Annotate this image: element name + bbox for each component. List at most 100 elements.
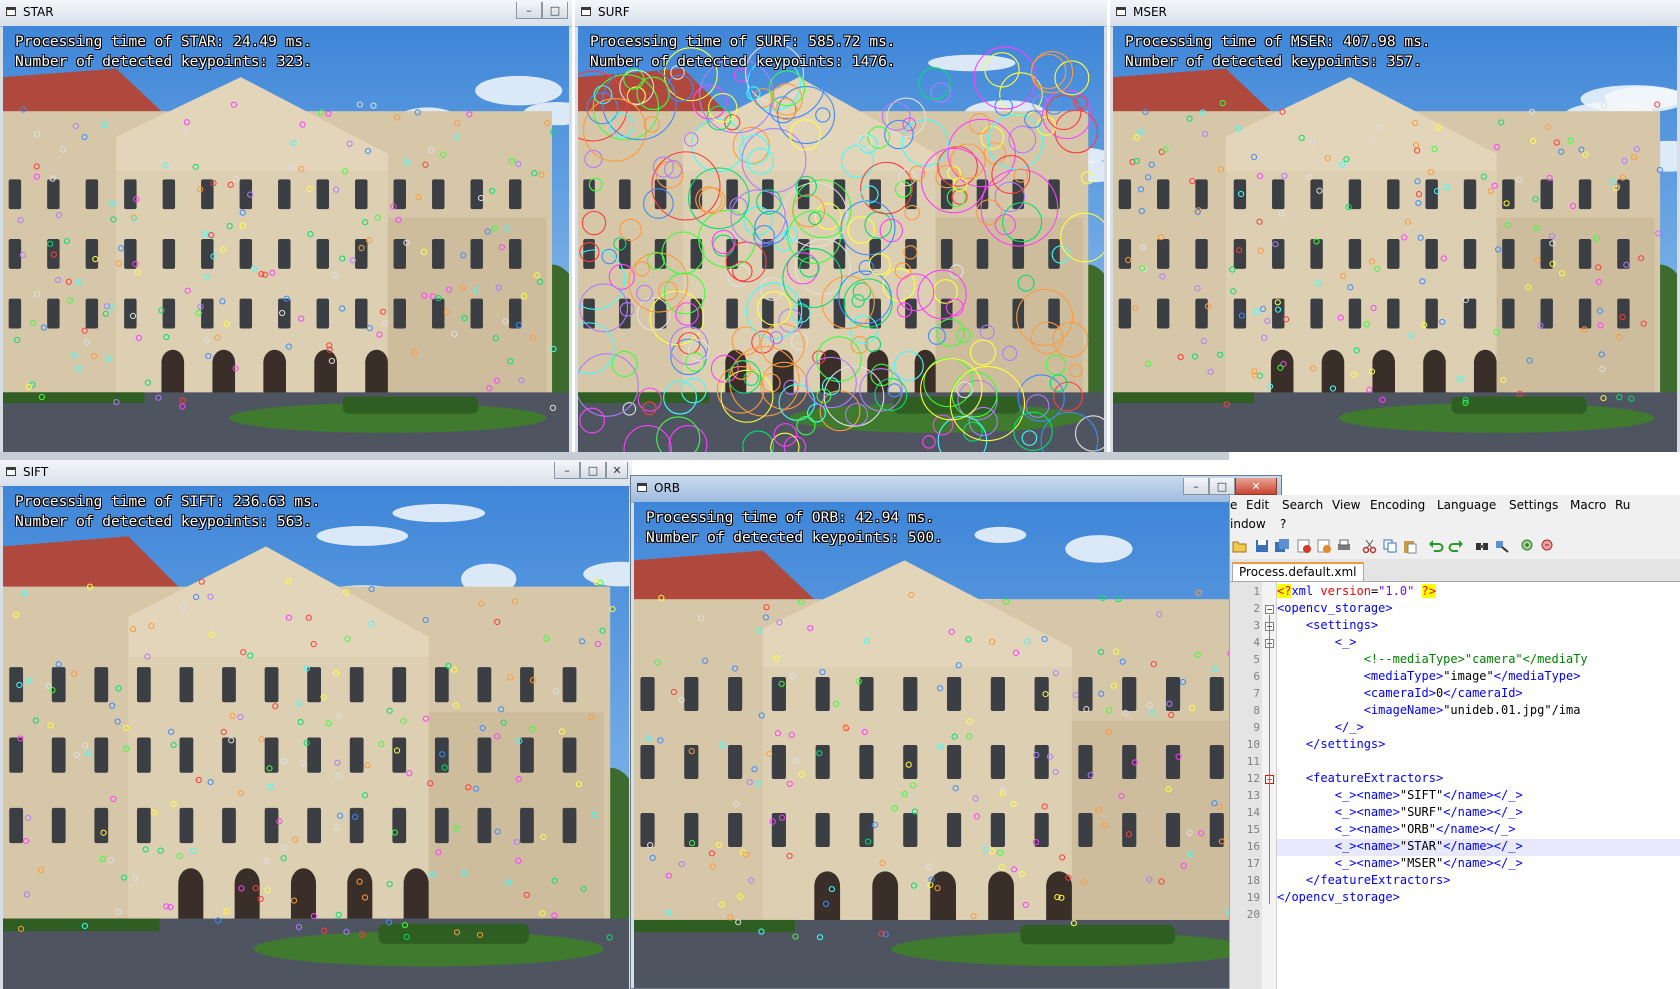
close-icon[interactable]: ✕ xyxy=(606,462,628,479)
menu-edit[interactable]: Edit xyxy=(1246,498,1269,512)
window xyxy=(1195,179,1208,210)
text-editor-window[interactable]: e Edit Search View Encoding Language Set… xyxy=(1229,495,1680,989)
menu-run[interactable]: Ru xyxy=(1615,498,1630,512)
window xyxy=(1463,298,1477,329)
menu-help[interactable]: ? xyxy=(1280,517,1286,531)
menu-file[interactable]: e xyxy=(1230,498,1237,512)
window xyxy=(1209,813,1224,848)
keypoint-count-label: Number of detected keypoints: 357. xyxy=(1125,54,1422,70)
window xyxy=(278,179,291,210)
window xyxy=(222,807,236,844)
window xyxy=(1233,239,1247,269)
menu-search[interactable]: Search xyxy=(1282,498,1323,512)
minimize-icon[interactable]: – xyxy=(554,462,580,479)
cloud xyxy=(316,525,409,546)
keypoint-count-label: Number of detected keypoints: 563. xyxy=(15,514,312,530)
window xyxy=(9,737,24,773)
sift-window[interactable]: SIFT – □ ✕ Processing time of SIFT: 236.… xyxy=(0,460,632,989)
maximize-icon[interactable]: □ xyxy=(542,2,568,19)
window xyxy=(47,239,60,269)
surf-titlebar[interactable]: SURF xyxy=(575,0,1107,27)
window xyxy=(859,813,874,848)
window xyxy=(1012,298,1025,329)
window xyxy=(520,807,534,844)
maximize-icon[interactable]: □ xyxy=(580,462,606,479)
close-file-icon[interactable] xyxy=(1296,538,1312,554)
tab-process-default-xml[interactable]: Process.default.xml xyxy=(1232,562,1364,581)
fold-toggle-icon[interactable]: − xyxy=(1265,605,1274,614)
window xyxy=(1578,239,1592,269)
window xyxy=(520,667,534,703)
menu-window[interactable]: indow xyxy=(1230,517,1266,531)
window xyxy=(726,179,738,210)
save-all-icon[interactable] xyxy=(1274,538,1290,554)
window xyxy=(349,807,364,844)
star-titlebar[interactable]: STAR – □ xyxy=(0,0,572,27)
window xyxy=(583,298,595,329)
window xyxy=(278,239,291,269)
window xyxy=(222,737,236,773)
window xyxy=(1078,813,1093,848)
replace-icon[interactable] xyxy=(1494,538,1510,554)
close-icon[interactable]: ✕ xyxy=(1235,478,1277,495)
minimize-icon[interactable]: – xyxy=(516,2,542,19)
window xyxy=(1578,179,1592,210)
window xyxy=(1425,179,1438,210)
code-line: </opencv_storage> xyxy=(1277,890,1400,904)
window xyxy=(136,667,151,703)
maximize-icon[interactable]: □ xyxy=(1209,478,1235,495)
window xyxy=(509,298,522,329)
window xyxy=(1156,179,1170,210)
window xyxy=(201,298,214,329)
window xyxy=(859,745,874,780)
menu-settings[interactable]: Settings xyxy=(1509,498,1558,512)
mser-titlebar[interactable]: MSER xyxy=(1110,0,1680,27)
zoom-out-icon[interactable] xyxy=(1540,538,1556,554)
menu-language[interactable]: Language xyxy=(1437,498,1496,512)
window xyxy=(1195,239,1208,269)
code-line: <settings> xyxy=(1305,618,1379,632)
menu-encoding[interactable]: Encoding xyxy=(1370,498,1425,512)
window xyxy=(1348,179,1362,210)
paste-icon[interactable] xyxy=(1402,538,1418,554)
window xyxy=(946,676,962,711)
zoom-in-icon[interactable] xyxy=(1520,538,1536,554)
window xyxy=(239,239,253,269)
code-area[interactable]: 1 <?xml version="1.0" ?> 2 <opencv_storage>… xyxy=(1230,582,1680,989)
window xyxy=(477,737,492,773)
minimize-icon[interactable]: – xyxy=(1183,478,1209,495)
cut-icon[interactable] xyxy=(1362,538,1378,554)
star-window[interactable]: STAR – □ Processing time of STAR: 24.49 … xyxy=(0,0,572,452)
surf-window[interactable]: SURF Processing time of SURF: 585.72 ms.… xyxy=(575,0,1107,452)
orb-window[interactable]: ORB – □ ✕ Processing time of ORB: 42.94 … xyxy=(630,475,1282,989)
menu-view[interactable]: View xyxy=(1332,498,1360,512)
menu-macro[interactable]: Macro xyxy=(1570,498,1606,512)
mser-image-view: Processing time of MSER: 407.98 ms. Numb… xyxy=(1113,26,1677,452)
open-file-icon[interactable] xyxy=(1232,538,1248,554)
line-number: 20 xyxy=(1246,908,1260,921)
line-number: 4 xyxy=(1253,636,1260,649)
window-title: ORB xyxy=(654,481,681,495)
window xyxy=(1165,745,1181,780)
window xyxy=(162,239,176,269)
undo-icon[interactable] xyxy=(1428,538,1444,554)
window xyxy=(1034,676,1049,711)
window xyxy=(316,179,330,210)
orb-titlebar[interactable]: ORB – □ ✕ xyxy=(631,476,1281,503)
window xyxy=(51,807,66,844)
code-line: <opencv_storage> xyxy=(1277,601,1393,615)
redo-icon[interactable] xyxy=(1448,538,1464,554)
code-line: <_> xyxy=(1334,635,1357,649)
line-number: 13 xyxy=(1246,789,1260,802)
window xyxy=(1078,745,1093,780)
window xyxy=(771,813,786,848)
close-all-icon[interactable] xyxy=(1316,538,1332,554)
mser-window[interactable]: MSER Processing time of MSER: 407.98 ms.… xyxy=(1110,0,1680,452)
line-number: 17 xyxy=(1246,857,1260,870)
window xyxy=(264,807,279,844)
copy-icon[interactable] xyxy=(1382,538,1398,554)
find-icon[interactable] xyxy=(1474,538,1490,554)
print-icon[interactable] xyxy=(1336,538,1352,554)
save-icon[interactable] xyxy=(1254,538,1270,554)
sift-titlebar[interactable]: SIFT – □ ✕ xyxy=(0,460,632,487)
